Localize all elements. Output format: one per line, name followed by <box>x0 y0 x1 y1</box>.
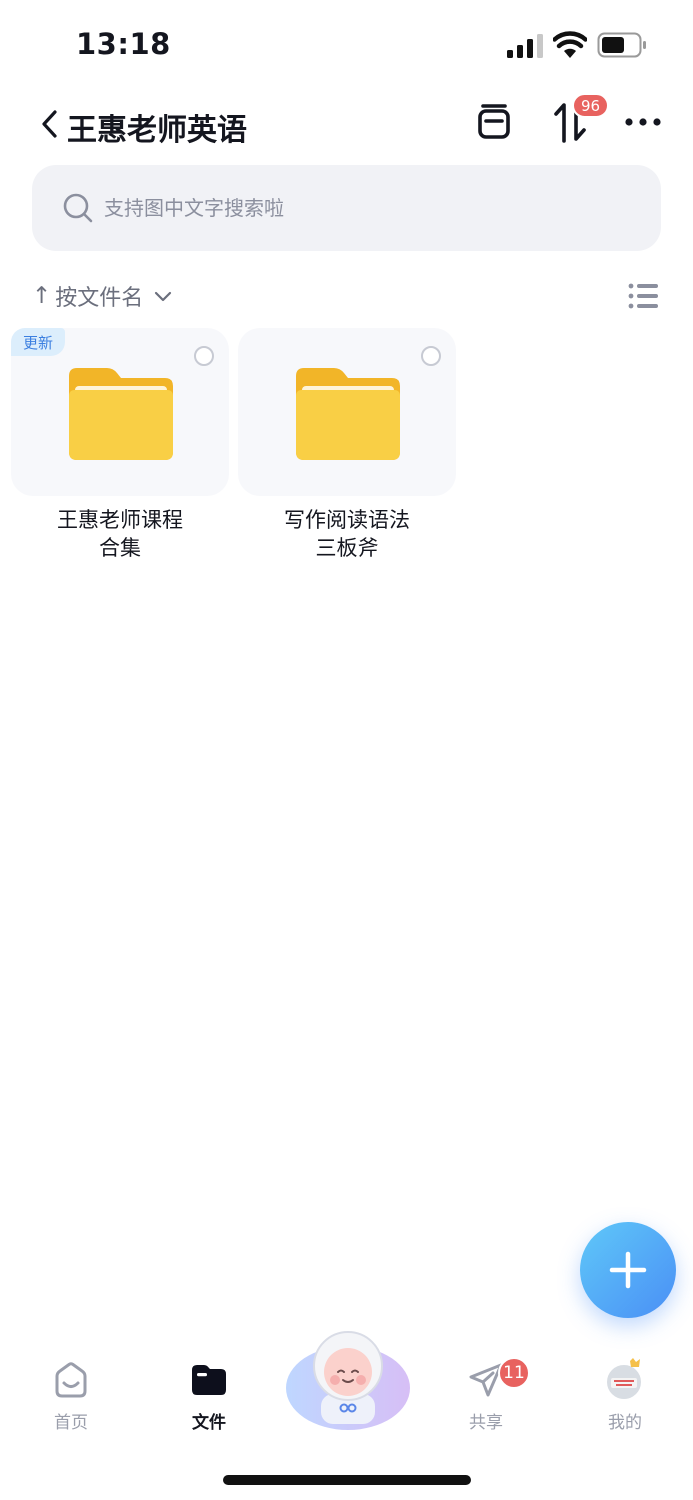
list-view-icon[interactable] <box>627 281 659 311</box>
folder-icon <box>296 368 400 460</box>
nav-home[interactable]: 首页 <box>26 1360 116 1440</box>
share-badge: 11 <box>498 1357 530 1389</box>
nav-label: 文件 <box>192 1413 226 1433</box>
sort-arrow-up-icon: ↑ <box>32 283 52 309</box>
folder-icon <box>69 368 173 460</box>
battery-icon <box>597 32 646 58</box>
folder-name-line: 王惠老师课程 <box>57 508 183 532</box>
archive-button[interactable] <box>472 100 516 144</box>
page-title: 王惠老师英语 <box>67 113 247 148</box>
assistant-mascot-icon[interactable] <box>283 1322 413 1434</box>
archive-icon <box>478 104 510 139</box>
more-button[interactable] <box>621 100 665 144</box>
nav-label: 共享 <box>469 1413 503 1433</box>
home-icon <box>55 1362 87 1398</box>
avatar-image <box>605 1358 643 1401</box>
search-box[interactable] <box>32 165 661 251</box>
nav-files[interactable]: 文件 <box>164 1360 254 1440</box>
status-time: 13:18 <box>76 27 171 61</box>
avatar <box>603 1358 647 1402</box>
select-checkbox[interactable] <box>421 346 441 366</box>
back-button[interactable] <box>34 104 64 144</box>
update-tag: 更新 <box>11 328 66 356</box>
folder-card[interactable] <box>238 328 456 496</box>
plus-icon <box>609 1251 647 1289</box>
sort-selector[interactable]: ↑ 按文件名 <box>32 278 173 314</box>
select-checkbox[interactable] <box>194 346 214 366</box>
more-icon <box>625 118 661 126</box>
transfer-badge: 96 <box>572 93 610 118</box>
search-input[interactable] <box>104 165 624 251</box>
files-icon <box>192 1365 226 1395</box>
nav-mine[interactable]: 我的 <box>580 1358 670 1440</box>
status-bar: 13:18 <box>0 0 693 90</box>
sort-label: 按文件名 <box>55 286 144 311</box>
nav-label: 首页 <box>54 1413 88 1433</box>
add-button[interactable] <box>580 1222 676 1318</box>
folder-name-line: 写作阅读语法 <box>284 508 410 532</box>
search-icon <box>63 193 93 223</box>
cellular-signal-icon <box>507 34 543 58</box>
folder-name: 写作阅读语法 三板斧 <box>238 506 456 562</box>
folder-name-line: 合集 <box>99 536 141 560</box>
nav-label: 我的 <box>608 1413 642 1433</box>
back-icon <box>42 110 57 138</box>
chevron-down-icon <box>155 291 172 302</box>
folder-name-line: 三板斧 <box>315 536 379 560</box>
home-indicator <box>223 1475 471 1485</box>
folder-name: 王惠老师课程 合集 <box>11 506 229 562</box>
folder-card[interactable]: 更新 <box>11 328 229 496</box>
wifi-icon <box>553 31 587 58</box>
